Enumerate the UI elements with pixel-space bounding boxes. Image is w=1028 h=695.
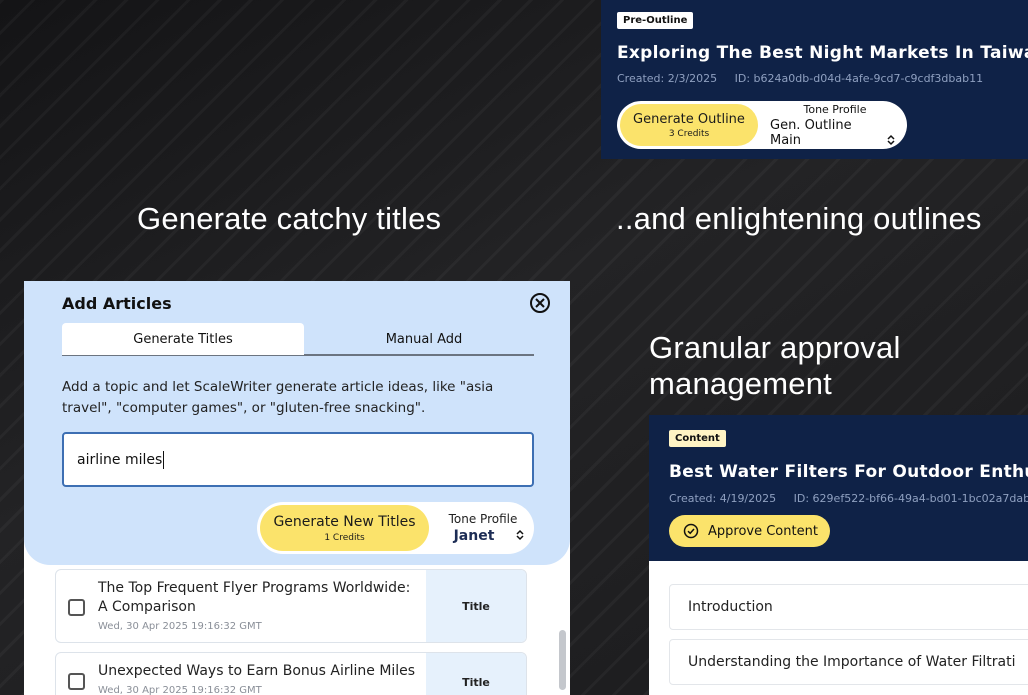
content-card: Content Best Water Filters For Outdoor E… <box>649 415 1028 561</box>
outline-created: Created: 2/3/2025 <box>617 72 718 85</box>
row-text: The Top Frequent Flyer Programs Worldwid… <box>98 579 423 636</box>
list-item[interactable]: Unexpected Ways to Earn Bonus Airline Mi… <box>55 652 527 695</box>
titles-tone-select[interactable]: Tone Profile Janet <box>437 512 529 544</box>
row-date: Wed, 30 Apr 2025 19:16:32 GMT <box>98 621 262 632</box>
titles-tone-value: Janet <box>453 528 495 544</box>
outline-article-title[interactable]: Exploring The Best Night Markets In Taiw… <box>617 43 1028 63</box>
outline-action-group: Generate Outline 3 Credits Tone Profile … <box>617 101 907 149</box>
check-circle-icon <box>683 523 699 539</box>
section-item-introduction[interactable]: Introduction <box>669 584 1028 630</box>
updown-chevron-icon <box>887 134 895 145</box>
row-type: Title <box>426 570 526 642</box>
row-text: Unexpected Ways to Earn Bonus Airline Mi… <box>98 662 423 695</box>
list-item[interactable]: The Top Frequent Flyer Programs Worldwid… <box>55 569 527 643</box>
close-icon[interactable] <box>529 292 551 314</box>
outline-tone-value: Gen. Outline Main <box>770 117 852 148</box>
add-articles-form: Add Articles Generate Titles Manual Add … <box>24 281 570 565</box>
add-articles-title: Add Articles <box>62 294 172 313</box>
tab-manual-add[interactable]: Manual Add <box>304 323 544 355</box>
pre-outline-badge: Pre-Outline <box>617 12 694 29</box>
generate-titles-credits: 1 Credits <box>324 532 365 543</box>
titles-action-group: Generate New Titles 1 Credits Tone Profi… <box>257 502 534 554</box>
generate-titles-label: Generate New Titles <box>273 513 416 530</box>
outline-tone-select[interactable]: Tone Profile Gen. Outline Main <box>770 103 900 148</box>
row-title: Unexpected Ways to Earn Bonus Airline Mi… <box>98 663 416 679</box>
text-cursor <box>163 450 165 469</box>
content-article-title[interactable]: Best Water Filters For Outdoor Enthusias <box>669 462 1028 482</box>
outline-meta: Created: 2/3/2025 ID: b624a0db-d04d-4afe… <box>617 72 997 85</box>
generate-outline-label: Generate Outline <box>633 111 745 127</box>
add-articles-description: Add a topic and let ScaleWriter generate… <box>62 379 494 416</box>
outline-tone-label: Tone Profile <box>803 102 867 116</box>
content-id: ID: 629ef522-bf66-49a4-bd01-1bc02a7dabc9 <box>793 492 1028 505</box>
content-created: Created: 4/19/2025 <box>669 492 777 505</box>
updown-chevron-icon <box>516 529 524 541</box>
generate-new-titles-button[interactable]: Generate New Titles 1 Credits <box>260 505 429 551</box>
tab-generate-titles[interactable]: Generate Titles <box>62 323 304 355</box>
approve-content-label: Approve Content <box>708 523 818 539</box>
topic-input[interactable]: airline miles <box>62 432 534 487</box>
row-date: Wed, 30 Apr 2025 19:16:32 GMT <box>98 685 262 695</box>
generate-outline-credits: 3 Credits <box>668 128 710 139</box>
topic-input-value: airline miles <box>77 451 163 468</box>
headline-approval: Granular approval management <box>649 330 901 401</box>
generate-outline-button[interactable]: Generate Outline 3 Credits <box>620 104 758 146</box>
add-articles-panel: Add Articles Generate Titles Manual Add … <box>24 281 570 695</box>
content-badge: Content <box>669 430 726 447</box>
outline-card: Pre-Outline Exploring The Best Night Mar… <box>601 0 1028 159</box>
titles-tone-label: Tone Profile <box>448 512 518 526</box>
headline-outlines: ..and enlightening outlines <box>616 201 982 236</box>
outline-id: ID: b624a0db-d04d-4afe-9cd7-c9cdf3dbab11 <box>734 72 984 85</box>
section-item-water-filtration[interactable]: Understanding the Importance of Water Fi… <box>669 639 1028 685</box>
row-title: The Top Frequent Flyer Programs Worldwid… <box>98 580 411 615</box>
scrollbar-thumb[interactable] <box>559 630 566 690</box>
row-checkbox[interactable] <box>68 673 85 690</box>
content-meta: Created: 4/19/2025 ID: 629ef522-bf66-49a… <box>669 492 1028 505</box>
row-type: Title <box>426 653 526 695</box>
row-checkbox[interactable] <box>68 599 85 616</box>
approve-content-button[interactable]: Approve Content <box>669 515 830 547</box>
headline-titles: Generate catchy titles <box>137 201 442 236</box>
